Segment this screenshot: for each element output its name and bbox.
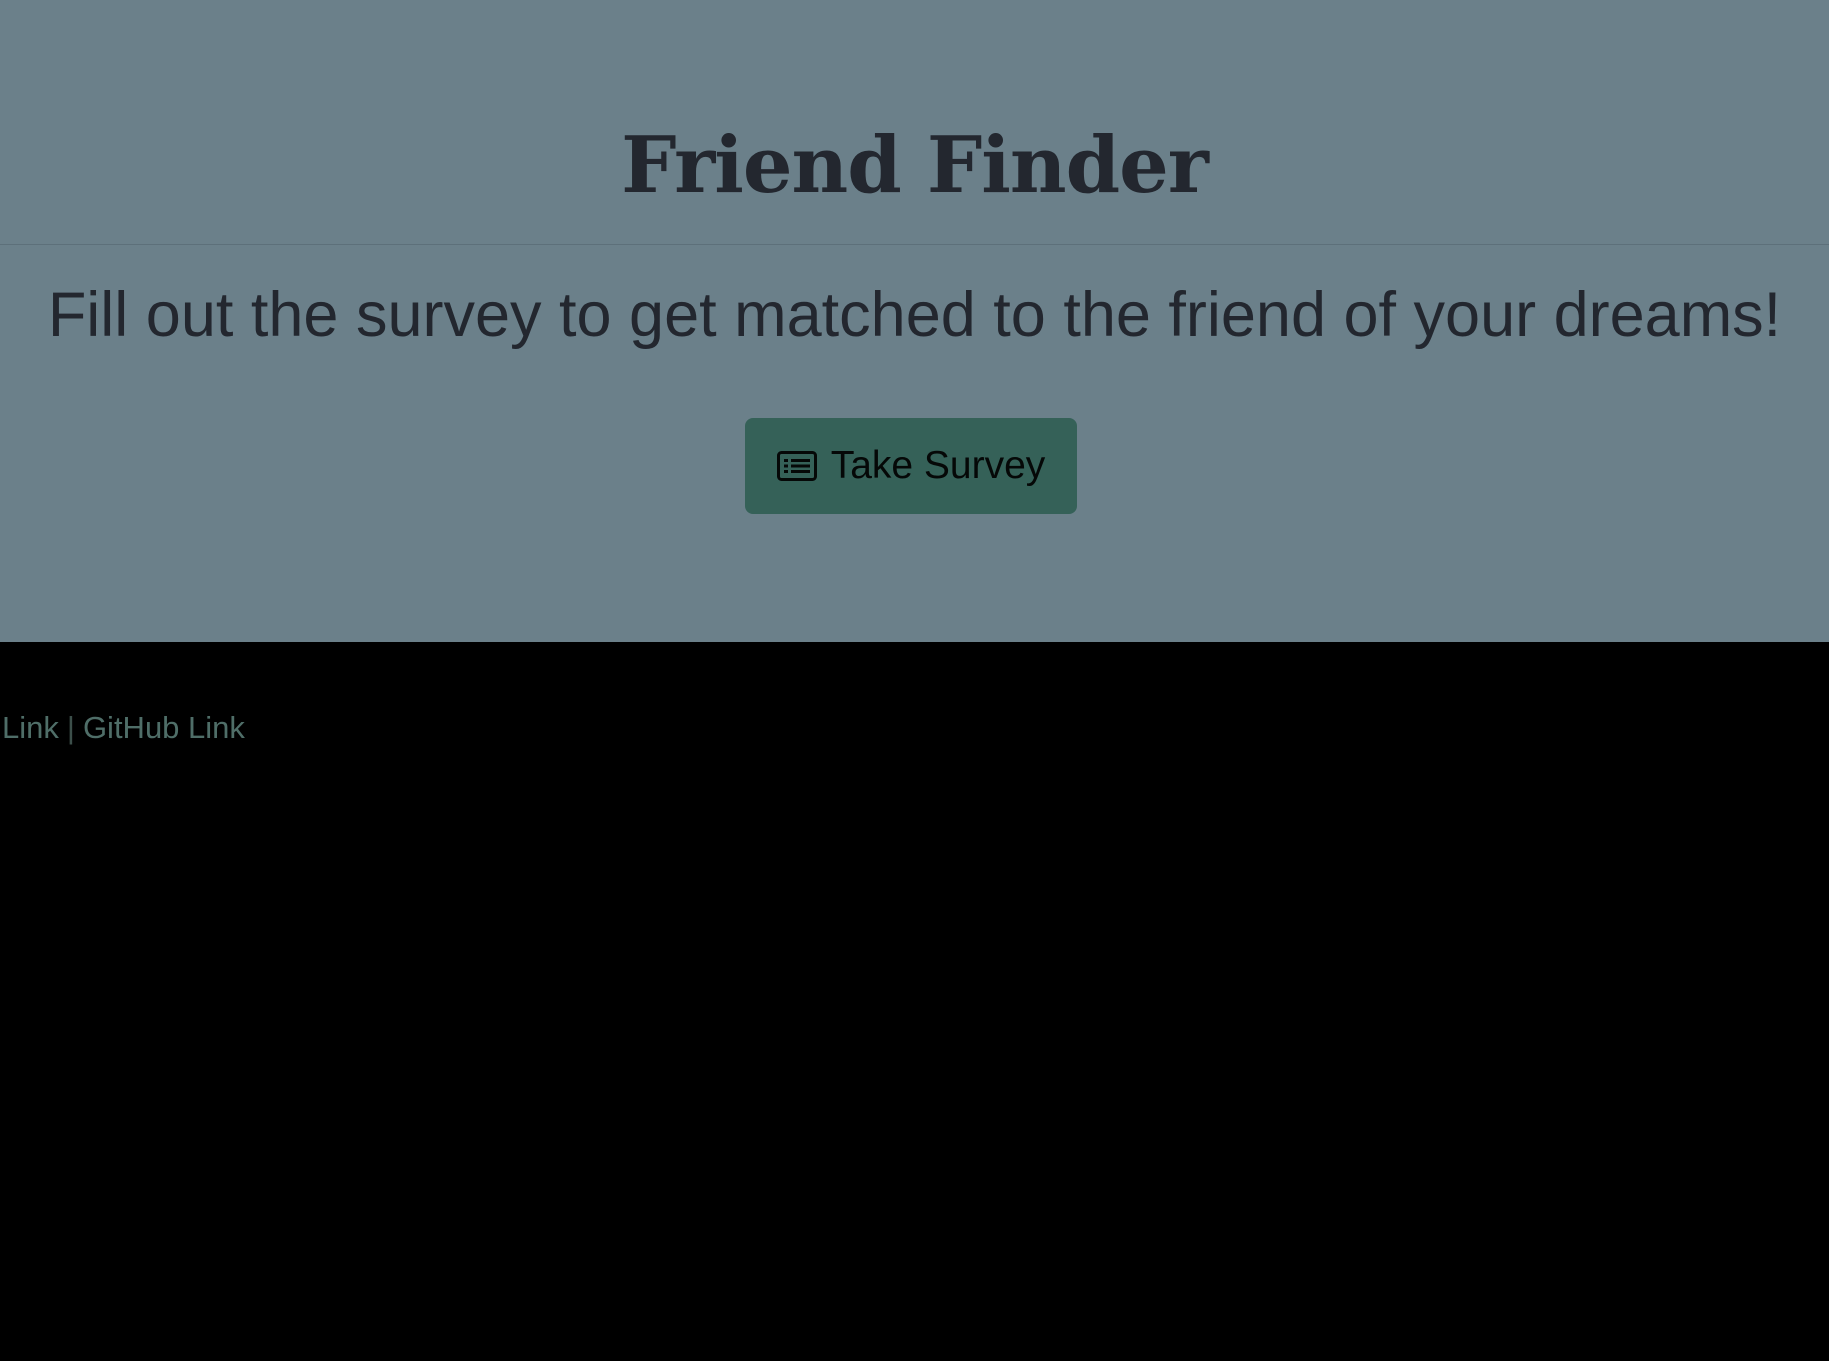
take-survey-button[interactable]: Take Survey bbox=[745, 418, 1077, 514]
page-title: Friend Finder bbox=[621, 120, 1209, 211]
github-link[interactable]: GitHub Link bbox=[83, 710, 245, 745]
footer-links: Link | GitHub Link bbox=[2, 706, 245, 750]
tagline: Fill out the survey to get matched to th… bbox=[47, 280, 1782, 350]
footer-link[interactable]: Link bbox=[2, 710, 59, 745]
list-alt-icon bbox=[776, 451, 817, 481]
title-divider bbox=[0, 244, 1829, 245]
footer-separator: | bbox=[66, 710, 75, 745]
jumbotron: Friend Finder Fill out the survey to get… bbox=[0, 0, 1829, 642]
take-survey-label: Take Survey bbox=[830, 444, 1046, 487]
